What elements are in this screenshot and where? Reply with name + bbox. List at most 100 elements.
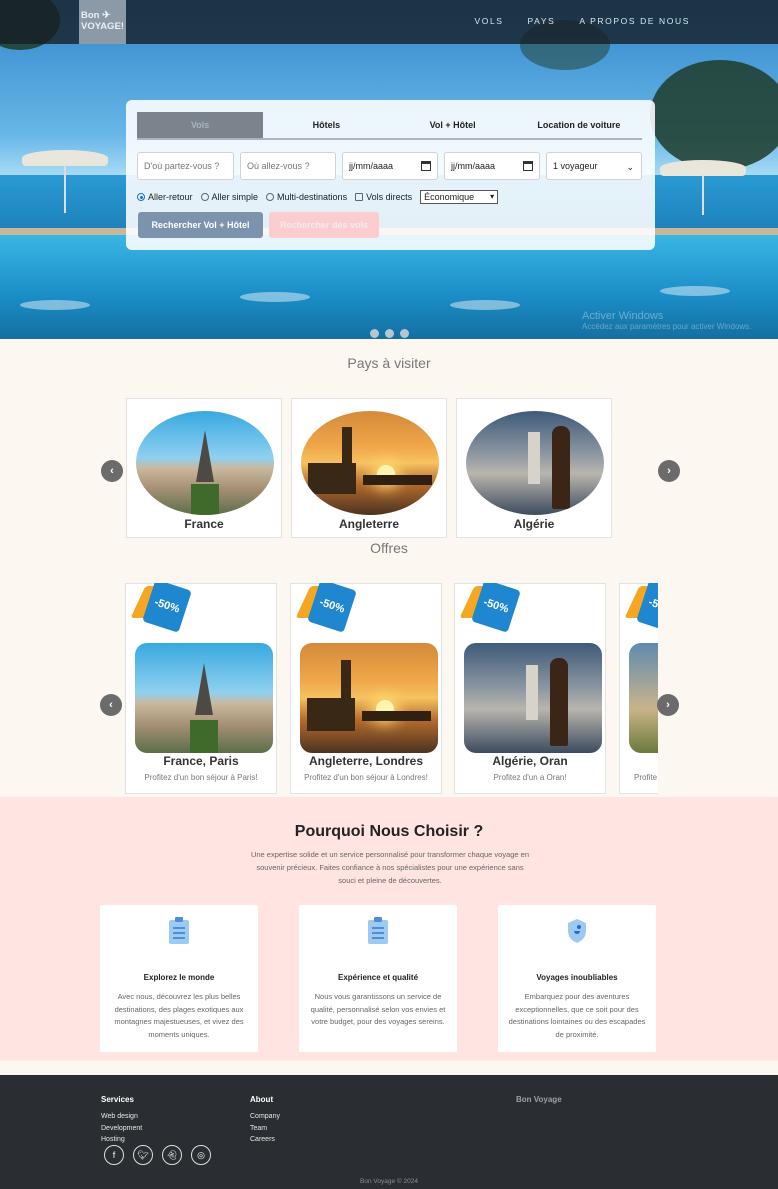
offers-prev-arrow[interactable]: ‹ [100,694,122,716]
offer-title: France, Paris [163,754,239,768]
social-links: f 🐦︎ 👻︎ ◎ [104,1145,211,1165]
tab-location-voiture[interactable]: Location de voiture [516,112,642,138]
why-intro: Une expertise solide et un service perso… [250,850,530,885]
footer-services-title: Services [101,1095,134,1104]
depart-date-input[interactable]: jj/mm/aaaa [342,152,438,180]
trip-options: Aller-retour Aller simple Multi-destinat… [137,190,499,204]
footer-about-title: About [250,1095,274,1104]
origin-input[interactable]: D'où partez-vous ? [137,152,234,180]
feature-title: Voyages inoubliables [536,973,618,982]
reflection [660,286,730,296]
country-image [136,411,274,515]
feature-description: Avec nous, découvrez les plus belles des… [114,992,244,1039]
chevron-down-icon: ⌄ [626,162,634,172]
nav-link-vols[interactable]: VOLS [474,16,503,26]
nav-link-pays[interactable]: PAYS [528,16,556,26]
clipboard-icon [368,917,388,944]
countries-next-arrow[interactable]: › [658,460,680,482]
footer-brand: Bon Voyage [516,1095,562,1104]
trip-type-aller-retour[interactable]: Aller-retour [137,192,193,202]
footer-link-hosting[interactable]: Hosting [101,1134,142,1146]
radio-button[interactable] [137,193,145,201]
tab-hotels[interactable]: Hôtels [263,112,389,138]
twitter-icon[interactable]: 🐦︎ [133,1145,153,1165]
chevron-down-icon: ▾ [490,192,495,201]
carousel-dot[interactable] [385,329,394,338]
travelers-value: 1 voyageur [553,161,598,171]
tab-vol-hotel[interactable]: Vol + Hôtel [390,112,516,138]
offer-image [135,643,273,753]
discount-tag-icon: -50% [295,583,357,633]
offer-description: Profitez d'un a Oran! [493,773,567,782]
radio-button[interactable] [200,193,209,201]
countries-section-title: Pays à visiter [347,355,431,371]
return-date-value: jj/mm/aaaa [451,161,496,171]
search-flights-button[interactable]: Rechercher des vols [269,212,379,238]
cabin-class-value: Économique [424,192,475,202]
tab-vols[interactable]: Vols [137,112,264,138]
nav-link-a-propos[interactable]: A PROPOS DE NOUS [579,16,690,26]
clipboard-icon [169,917,189,944]
offer-title: Algérie, Oran [492,754,568,768]
countries-prev-arrow[interactable]: ‹ [101,460,123,482]
offer-card[interactable]: -50% Angleterre, Londres Profitez d'un b… [290,583,442,794]
country-name: Algérie [513,517,555,531]
offer-card[interactable]: -50% France, Paris Profitez d'un bon séj… [125,583,277,794]
destination-input[interactable]: Où allez-vous ? [240,152,336,180]
search-fields: D'où partez-vous ? Où allez-vous ? jj/mm… [137,152,642,180]
country-name: Angleterre [338,517,400,531]
logo-text-line2: VOYAGE! [81,21,124,32]
umbrella-pole [702,175,704,215]
radio-button[interactable] [266,193,275,201]
copyright: Bon Voyage © 2024 [360,1178,418,1185]
checkbox[interactable] [355,193,364,201]
logo-text-line1: Bon [81,10,100,21]
country-image [466,411,604,515]
offer-card[interactable]: -50% Profite [619,583,658,794]
why-title: Pourquoi Nous Choisir ? [294,823,484,840]
navbar: Bon ✈ VOYAGE! VOLS PAYS A PROPOS DE NOUS [0,0,778,44]
feature-title: Explorez le monde [143,973,215,982]
calendar-icon[interactable] [421,161,431,171]
calendar-icon[interactable] [523,161,533,171]
offer-image [629,643,658,753]
shield-icon [568,919,586,943]
carousel-dot[interactable] [400,329,409,338]
site-logo[interactable]: Bon ✈ VOYAGE! [79,0,126,44]
footer-link-development[interactable]: Development [101,1123,142,1135]
offers-section-title: Offres [370,540,408,556]
carousel-dots [370,329,409,338]
cabin-class-select[interactable]: Économique ▾ [420,190,499,204]
feature-description: Nous vous garantissons un service de qua… [310,992,446,1026]
direct-flights-checkbox[interactable]: Vols directs [355,192,412,202]
offer-card[interactable]: -50% Algérie, Oran Profitez d'un a Oran! [454,583,606,794]
snapchat-icon[interactable]: 👻︎ [162,1145,182,1165]
search-flight-hotel-button[interactable]: Rechercher Vol + Hôtel [138,212,263,238]
trip-type-label: Multi-destinations [277,192,348,202]
footer: Services Web design Development Hosting … [0,1075,778,1189]
instagram-icon[interactable]: ◎ [191,1145,211,1165]
footer-link-team[interactable]: Team [250,1123,280,1135]
carousel-dot[interactable] [370,329,379,338]
offers-carousel: -50% France, Paris Profitez d'un bon séj… [125,583,658,795]
direct-flights-label: Vols directs [366,192,413,202]
facebook-icon[interactable]: f [104,1145,124,1165]
reflection [240,292,310,302]
offer-image [300,643,438,753]
trip-type-aller-simple[interactable]: Aller simple [200,192,258,202]
travelers-select[interactable]: 1 voyageur ⌄ [546,152,642,180]
footer-link-careers[interactable]: Careers [250,1134,280,1146]
offer-description: Profitez d'un bon séjour à Londres! [304,773,428,782]
discount-tag-icon: -50% [130,583,192,633]
offers-next-arrow[interactable]: › [657,694,679,716]
country-card-algerie[interactable]: Algérie [456,398,612,538]
country-card-angleterre[interactable]: Angleterre [291,398,447,538]
country-name: France [184,517,224,531]
footer-link-company[interactable]: Company [250,1111,280,1123]
country-card-france[interactable]: France [126,398,282,538]
trip-type-multi[interactable]: Multi-destinations [266,192,347,202]
feature-card: Voyages inoubliables Embarquez pour des … [498,905,656,1052]
return-date-input[interactable]: jj/mm/aaaa [444,152,540,180]
feature-description: Embarquez pour des aventures exceptionne… [508,992,646,1039]
footer-link-web-design[interactable]: Web design [101,1111,142,1123]
